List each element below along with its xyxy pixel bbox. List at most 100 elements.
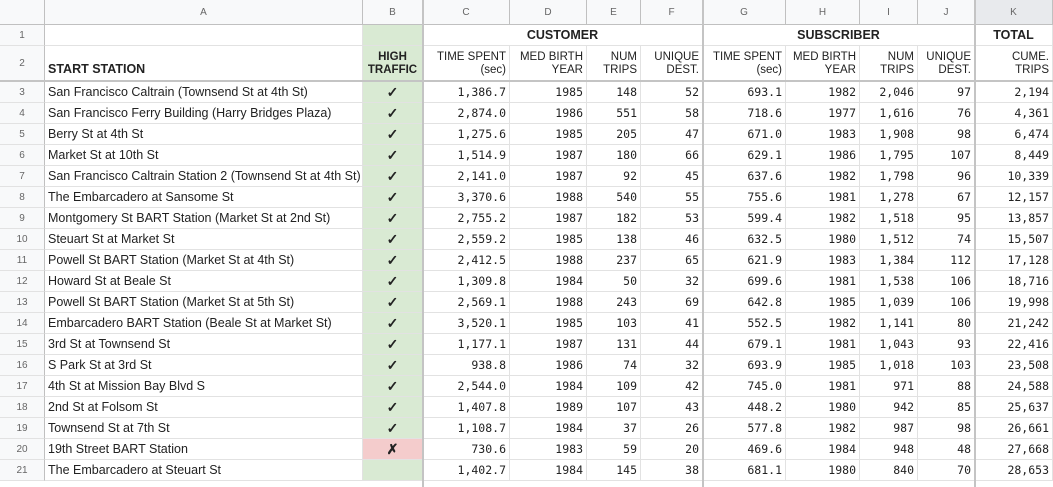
cell-subscriber-unique-dest[interactable]: 112 bbox=[918, 250, 975, 271]
cell-high-traffic[interactable]: ✓ bbox=[363, 397, 423, 418]
cell-customer-num-trips[interactable]: 148 bbox=[587, 82, 641, 103]
cell-cume-trips[interactable]: 25,637 bbox=[975, 397, 1053, 418]
cell-high-traffic[interactable]: ✓ bbox=[363, 103, 423, 124]
cell-customer-med-birth-year[interactable]: 1983 bbox=[510, 439, 587, 460]
cell-customer-time-spent[interactable]: 2,559.2 bbox=[423, 229, 510, 250]
cell-subscriber-unique-dest[interactable]: 103 bbox=[918, 355, 975, 376]
row-header-10[interactable]: 10 bbox=[0, 229, 45, 250]
cell-customer-med-birth-year[interactable]: 1988 bbox=[510, 250, 587, 271]
cell-cume-trips[interactable]: 19,998 bbox=[975, 292, 1053, 313]
cell-subscriber-med-birth-year[interactable]: 1980 bbox=[786, 229, 860, 250]
row-header-9[interactable]: 9 bbox=[0, 208, 45, 229]
cell-subscriber-num-trips[interactable]: 1,512 bbox=[860, 229, 918, 250]
cell-customer-num-trips[interactable]: 37 bbox=[587, 418, 641, 439]
cell-subscriber-time-spent[interactable]: 637.6 bbox=[703, 166, 786, 187]
cell-start-station[interactable]: 19th Street BART Station bbox=[45, 439, 363, 460]
cell-customer-num-trips[interactable]: 205 bbox=[587, 124, 641, 145]
cell-customer-med-birth-year[interactable]: 1984 bbox=[510, 418, 587, 439]
cell-subscriber-med-birth-year[interactable]: 1977 bbox=[786, 103, 860, 124]
row-header-15[interactable]: 15 bbox=[0, 334, 45, 355]
cell-customer-time-spent[interactable]: 1,407.8 bbox=[423, 397, 510, 418]
cell-customer-med-birth-year[interactable]: 1984 bbox=[510, 376, 587, 397]
cell-high-traffic[interactable]: ✓ bbox=[363, 145, 423, 166]
cell-customer-time-spent[interactable]: 730.6 bbox=[423, 439, 510, 460]
cell-subscriber-med-birth-year[interactable]: 1982 bbox=[786, 418, 860, 439]
cell-customer-time-spent[interactable]: 1,514.9 bbox=[423, 145, 510, 166]
cell-customer-med-birth-year[interactable]: 1987 bbox=[510, 166, 587, 187]
cell-subscriber-unique-dest[interactable]: 67 bbox=[918, 187, 975, 208]
column-header-j[interactable]: J bbox=[918, 0, 975, 25]
cell-subscriber-num-trips[interactable]: 1,908 bbox=[860, 124, 918, 145]
cell-subscriber-num-trips[interactable]: 948 bbox=[860, 439, 918, 460]
column-header-e[interactable]: E bbox=[587, 0, 641, 25]
cell-subscriber-time-spent[interactable]: 469.6 bbox=[703, 439, 786, 460]
cell-empty-row21[interactable] bbox=[860, 460, 918, 481]
cell-subscriber-unique-dest[interactable]: 97 bbox=[918, 82, 975, 103]
cell-subscriber-unique-dest[interactable]: 80 bbox=[918, 313, 975, 334]
cell-subscriber-time-spent[interactable]: 755.6 bbox=[703, 187, 786, 208]
cell-customer-med-birth-year[interactable]: 1985 bbox=[510, 229, 587, 250]
row-header-18[interactable]: 18 bbox=[0, 397, 45, 418]
cell-customer-unique-dest[interactable]: 44 bbox=[641, 334, 703, 355]
cell-subscriber-num-trips[interactable]: 1,141 bbox=[860, 313, 918, 334]
cell-subscriber-time-spent[interactable]: 632.5 bbox=[703, 229, 786, 250]
cell-customer-num-trips[interactable]: 103 bbox=[587, 313, 641, 334]
cell-cume-trips[interactable]: 4,361 bbox=[975, 103, 1053, 124]
cell-customer-unique-dest[interactable]: 46 bbox=[641, 229, 703, 250]
cell-cume-trips[interactable]: 22,416 bbox=[975, 334, 1053, 355]
cell-subscriber-med-birth-year[interactable]: 1983 bbox=[786, 124, 860, 145]
cell-subscriber-num-trips[interactable]: 2,046 bbox=[860, 82, 918, 103]
cell-subscriber-med-birth-year[interactable]: 1982 bbox=[786, 208, 860, 229]
cell-customer-med-birth-year[interactable]: 1985 bbox=[510, 124, 587, 145]
column-header-d[interactable]: D bbox=[510, 0, 587, 25]
cell-start-station[interactable]: Market St at 10th St bbox=[45, 145, 363, 166]
row-header-14[interactable]: 14 bbox=[0, 313, 45, 334]
cell-subscriber-unique-dest[interactable]: 95 bbox=[918, 208, 975, 229]
cell-start-station[interactable]: San Francisco Caltrain Station 2 (Townse… bbox=[45, 166, 363, 187]
cell-subscriber-unique-dest[interactable]: 98 bbox=[918, 124, 975, 145]
cell-cume-trips[interactable]: 24,588 bbox=[975, 376, 1053, 397]
cell-customer-unique-dest[interactable]: 42 bbox=[641, 376, 703, 397]
cell-subscriber-med-birth-year[interactable]: 1982 bbox=[786, 82, 860, 103]
cell-customer-time-spent[interactable]: 2,412.5 bbox=[423, 250, 510, 271]
row-header-17[interactable]: 17 bbox=[0, 376, 45, 397]
cell-customer-time-spent[interactable]: 1,108.7 bbox=[423, 418, 510, 439]
cell-start-station[interactable]: Steuart St at Market St bbox=[45, 229, 363, 250]
cell-subscriber-med-birth-year[interactable]: 1981 bbox=[786, 334, 860, 355]
cell-cume-trips[interactable]: 15,507 bbox=[975, 229, 1053, 250]
cell-subscriber-num-trips[interactable]: 942 bbox=[860, 397, 918, 418]
column-header-g[interactable]: G bbox=[703, 0, 786, 25]
cell-empty-row21[interactable] bbox=[641, 460, 703, 481]
cell-high-traffic[interactable]: ✓ bbox=[363, 334, 423, 355]
cell-customer-num-trips[interactable]: 107 bbox=[587, 397, 641, 418]
column-header-i[interactable]: I bbox=[860, 0, 918, 25]
cell-customer-unique-dest[interactable]: 32 bbox=[641, 355, 703, 376]
cell-subscriber-time-spent[interactable]: 621.9 bbox=[703, 250, 786, 271]
cell-customer-med-birth-year[interactable]: 1989 bbox=[510, 397, 587, 418]
cell-customer-time-spent[interactable]: 2,569.1 bbox=[423, 292, 510, 313]
cell-customer-time-spent[interactable]: 1,309.8 bbox=[423, 271, 510, 292]
cell-customer-num-trips[interactable]: 182 bbox=[587, 208, 641, 229]
row-header-6[interactable]: 6 bbox=[0, 145, 45, 166]
cell-high-traffic[interactable]: ✓ bbox=[363, 82, 423, 103]
row-header-19[interactable]: 19 bbox=[0, 418, 45, 439]
cell-customer-num-trips[interactable]: 109 bbox=[587, 376, 641, 397]
cell-cume-trips[interactable]: 26,661 bbox=[975, 418, 1053, 439]
cell-subscriber-num-trips[interactable]: 1,798 bbox=[860, 166, 918, 187]
select-all-corner[interactable] bbox=[0, 0, 45, 25]
cell-subscriber-num-trips[interactable]: 1,616 bbox=[860, 103, 918, 124]
cell-subscriber-num-trips[interactable]: 971 bbox=[860, 376, 918, 397]
cell-a1[interactable] bbox=[45, 25, 363, 46]
cell-subscriber-med-birth-year[interactable]: 1986 bbox=[786, 145, 860, 166]
row-header-8[interactable]: 8 bbox=[0, 187, 45, 208]
cell-start-station[interactable]: San Francisco Ferry Building (Harry Brid… bbox=[45, 103, 363, 124]
column-header-b[interactable]: B bbox=[363, 0, 423, 25]
column-header-h[interactable]: H bbox=[786, 0, 860, 25]
cell-subscriber-unique-dest[interactable]: 98 bbox=[918, 418, 975, 439]
cell-customer-unique-dest[interactable]: 58 bbox=[641, 103, 703, 124]
row-header-2[interactable]: 2 bbox=[0, 46, 45, 82]
cell-subscriber-time-spent[interactable]: 599.4 bbox=[703, 208, 786, 229]
cell-high-traffic[interactable]: ✓ bbox=[363, 355, 423, 376]
cell-cume-trips[interactable]: 23,508 bbox=[975, 355, 1053, 376]
cell-cume-trips[interactable]: 13,857 bbox=[975, 208, 1053, 229]
